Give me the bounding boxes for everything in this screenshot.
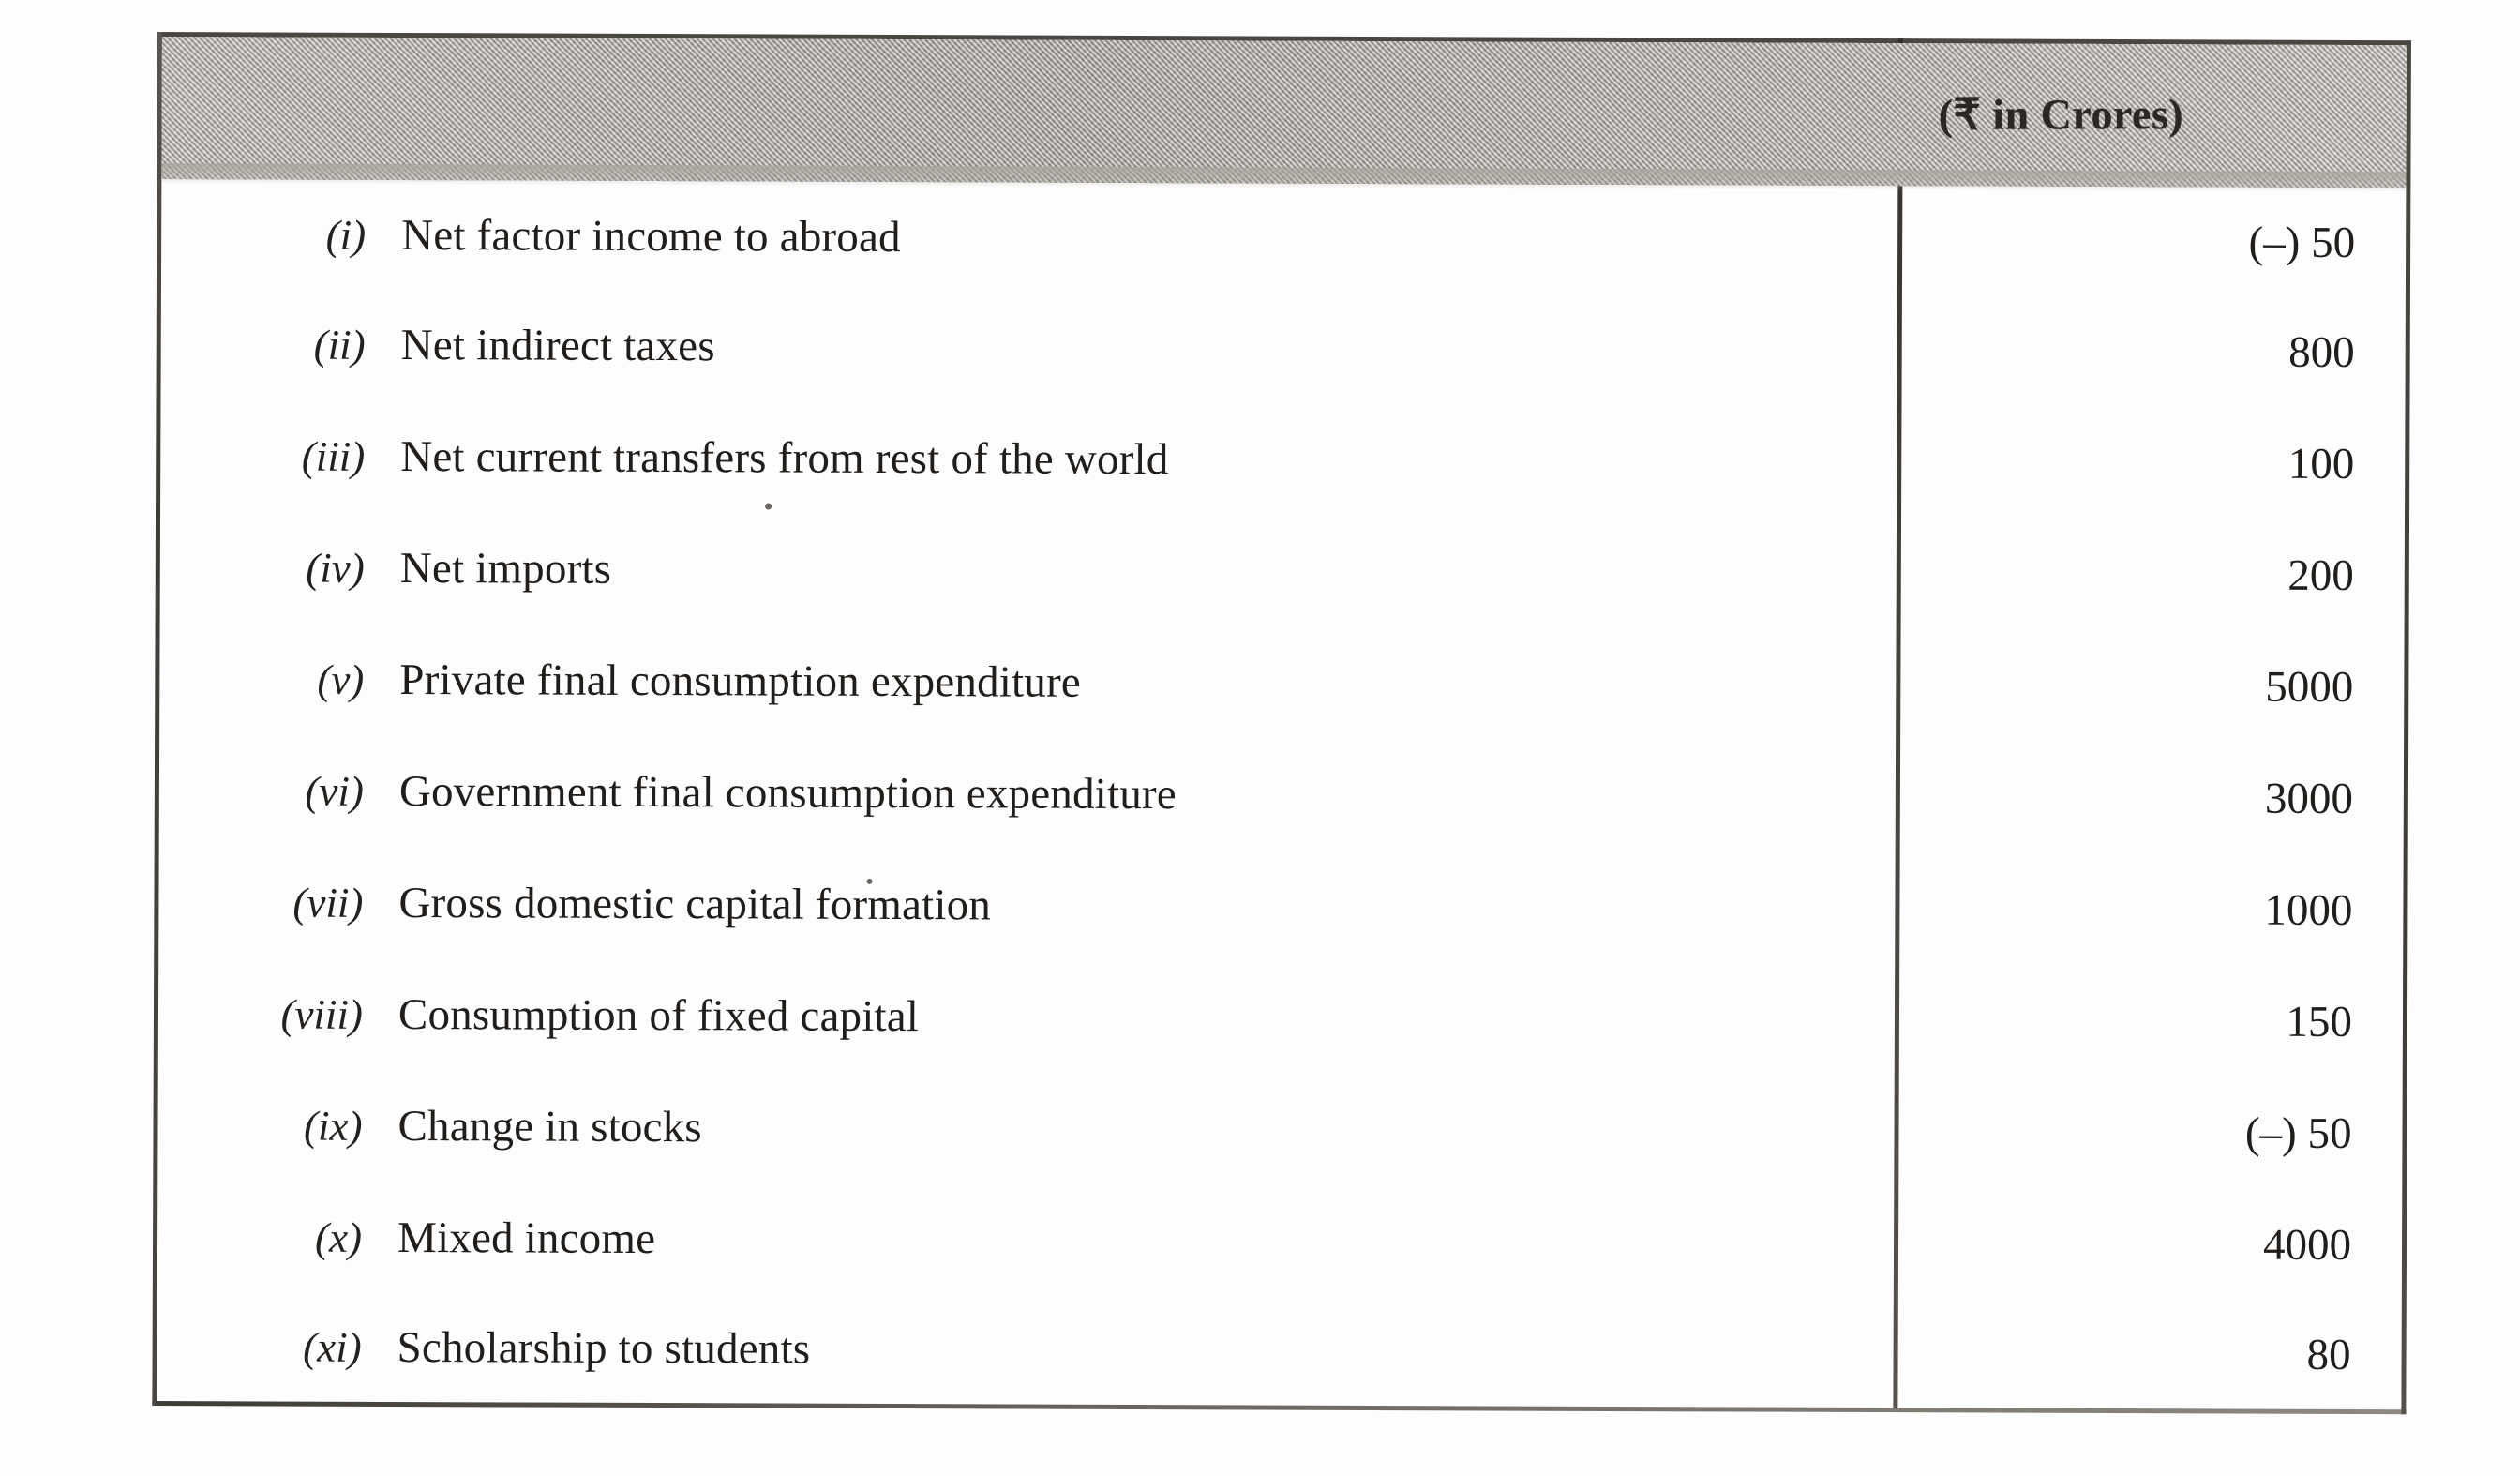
table-row: (x) Mixed income 4000 — [158, 1182, 2402, 1301]
row-numeral: (vii) — [292, 879, 364, 926]
table-row: (vii) Gross domestic capital formation 1… — [158, 847, 2403, 966]
scan-speck — [765, 503, 772, 510]
row-numeral: (viii) — [280, 990, 364, 1038]
row-label: Private final consumption expenditure — [399, 655, 1082, 707]
row-numeral: (iii) — [301, 432, 366, 480]
row-value: 100 — [2288, 439, 2355, 489]
table-row: (vi) Government final consumption expend… — [159, 735, 2404, 854]
row-label: Net current transfers from rest of the w… — [400, 431, 1169, 485]
row-label: Net factor income to abroad — [401, 211, 901, 263]
table-row: (iv) Net imports 200 — [160, 512, 2405, 631]
table-body: (i) Net factor income to abroad (–) 50 (… — [157, 179, 2406, 1409]
unit-column-header: (₹ in Crores) — [1938, 90, 2184, 139]
table-row: (xi) Scholarship to students 80 — [157, 1291, 2401, 1410]
row-numeral: (iv) — [306, 544, 365, 592]
row-value: 800 — [2288, 327, 2355, 378]
row-value: 200 — [2288, 550, 2354, 600]
row-label: Net imports — [399, 543, 612, 594]
table-row: (v) Private final consumption expenditur… — [159, 624, 2404, 743]
row-value: 150 — [2286, 997, 2353, 1047]
row-numeral: (ii) — [313, 321, 366, 369]
row-value: 4000 — [2262, 1220, 2352, 1270]
row-value: 1000 — [2264, 885, 2353, 935]
row-numeral: (xi) — [303, 1323, 362, 1371]
data-table: (₹ in Crores) (i) Net factor income to a… — [152, 32, 2411, 1415]
table-row: (i) Net factor income to abroad (–) 50 — [161, 179, 2406, 298]
row-numeral: (i) — [325, 211, 367, 259]
table-row: (ii) Net indirect taxes 800 — [160, 289, 2405, 408]
row-numeral: (x) — [315, 1213, 363, 1261]
row-value: 3000 — [2264, 774, 2353, 823]
row-label: Government final consumption expenditure — [398, 766, 1177, 820]
row-numeral: (vi) — [305, 767, 364, 815]
row-label: Change in stocks — [398, 1101, 702, 1152]
row-value: (–) 50 — [2244, 1108, 2352, 1158]
row-numeral: (ix) — [303, 1102, 363, 1150]
row-label: Mixed income — [397, 1212, 656, 1264]
table-row: (ix) Change in stocks (–) 50 — [158, 1070, 2402, 1189]
row-numeral: (v) — [317, 655, 365, 703]
row-label: Net indirect taxes — [400, 320, 715, 371]
row-label: Consumption of fixed capital — [398, 989, 920, 1042]
scanned-page: (₹ in Crores) (i) Net factor income to a… — [0, 0, 2520, 1476]
table-row: (viii) Consumption of fixed capital 150 — [158, 958, 2403, 1077]
row-value: (–) 50 — [2248, 218, 2356, 268]
table-row: (iii) Net current transfers from rest of… — [160, 400, 2405, 520]
row-label: Scholarship to students — [397, 1322, 811, 1374]
row-label: Gross domestic capital formation — [398, 878, 992, 930]
row-value: 5000 — [2265, 662, 2354, 712]
row-value: 80 — [2306, 1330, 2351, 1379]
scan-speck — [866, 878, 873, 884]
